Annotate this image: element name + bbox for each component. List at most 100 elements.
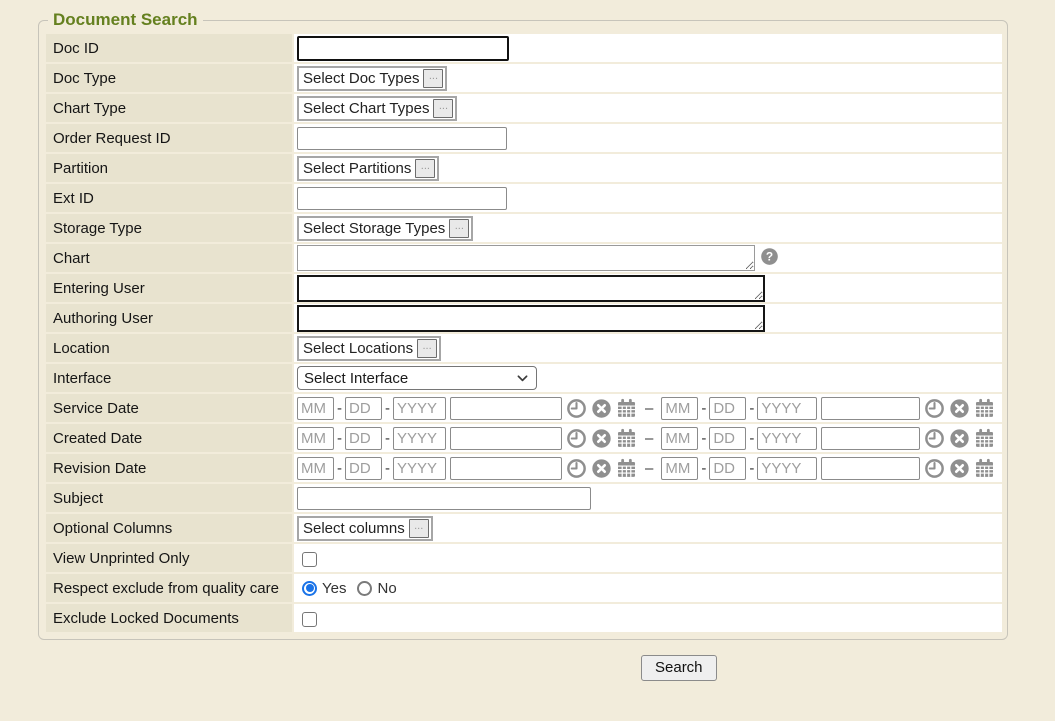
revision-date-range: - - – - - (297, 457, 1000, 480)
created-to-year-input[interactable] (757, 427, 817, 450)
respect-exclude-yes-radio[interactable] (302, 581, 317, 596)
partition-picker-label: Select Partitions (303, 160, 411, 177)
revision-to-year-input[interactable] (757, 457, 817, 480)
revision-to-day-input[interactable] (709, 457, 746, 480)
service-to-time-input[interactable] (821, 397, 920, 420)
subject-input[interactable] (297, 487, 591, 510)
date-part-separator: - (337, 460, 342, 477)
circle-x-icon[interactable] (949, 458, 970, 479)
row-chart: Chart (46, 244, 1002, 272)
created-to-time-input[interactable] (821, 427, 920, 450)
optional-columns-browse-button[interactable]: ... (409, 519, 429, 538)
revision-from-month-input[interactable] (297, 457, 334, 480)
calendar-icon[interactable] (974, 428, 995, 449)
revision-from-day-input[interactable] (345, 457, 382, 480)
entering-user-textarea[interactable] (297, 275, 765, 302)
storage-type-picker-label: Select Storage Types (303, 220, 445, 237)
search-form-table: Doc ID Doc Type Select Doc Types ... Cha… (44, 32, 1004, 634)
row-chart-type: Chart Type Select Chart Types ... (46, 94, 1002, 122)
service-from-time-input[interactable] (450, 397, 562, 420)
document-search-panel: Document Search Doc ID Doc Type Select D… (38, 10, 1008, 640)
row-doc-id: Doc ID (46, 34, 1002, 62)
row-doc-type: Doc Type Select Doc Types ... (46, 64, 1002, 92)
row-entering-user: Entering User (46, 274, 1002, 302)
created-from-year-input[interactable] (393, 427, 446, 450)
partition-picker[interactable]: Select Partitions ... (297, 156, 439, 181)
chart-type-browse-button[interactable]: ... (433, 99, 453, 118)
created-from-month-input[interactable] (297, 427, 334, 450)
calendar-icon[interactable] (616, 458, 637, 479)
clock-icon[interactable] (566, 458, 587, 479)
form-title: Document Search (48, 10, 203, 30)
storage-type-picker[interactable]: Select Storage Types ... (297, 216, 473, 241)
created-from-time-input[interactable] (450, 427, 562, 450)
authoring-user-textarea[interactable] (297, 305, 765, 332)
service-to-month-input[interactable] (661, 397, 698, 420)
circle-x-icon[interactable] (591, 428, 612, 449)
chart-type-picker-label: Select Chart Types (303, 100, 429, 117)
chart-textarea[interactable] (297, 245, 755, 271)
view-unprinted-only-checkbox[interactable] (302, 552, 317, 567)
location-browse-button[interactable]: ... (417, 339, 437, 358)
date-part-separator: - (385, 430, 390, 447)
created-from-day-input[interactable] (345, 427, 382, 450)
optional-columns-picker[interactable]: Select columns ... (297, 516, 433, 541)
date-range-separator: – (645, 400, 653, 417)
calendar-icon[interactable] (616, 428, 637, 449)
circle-x-icon[interactable] (591, 398, 612, 419)
clock-icon[interactable] (924, 458, 945, 479)
created-to-month-input[interactable] (661, 427, 698, 450)
date-part-separator: - (337, 400, 342, 417)
search-button[interactable]: Search (641, 655, 717, 681)
doc-id-label: Doc ID (46, 34, 292, 62)
order-request-id-label: Order Request ID (46, 124, 292, 152)
respect-exclude-no-radio[interactable] (357, 581, 372, 596)
clock-icon[interactable] (566, 398, 587, 419)
chevron-down-icon (515, 371, 530, 386)
chart-type-picker[interactable]: Select Chart Types ... (297, 96, 457, 121)
circle-x-icon[interactable] (949, 428, 970, 449)
revision-to-time-input[interactable] (821, 457, 920, 480)
service-from-day-input[interactable] (345, 397, 382, 420)
service-date-range: - - – - - (297, 397, 1000, 420)
revision-from-year-input[interactable] (393, 457, 446, 480)
calendar-icon[interactable] (974, 458, 995, 479)
authoring-user-label: Authoring User (46, 304, 292, 332)
date-part-separator: - (701, 400, 706, 417)
order-request-id-input[interactable] (297, 127, 507, 150)
location-picker[interactable]: Select Locations ... (297, 336, 441, 361)
created-date-label: Created Date (46, 424, 292, 452)
revision-to-month-input[interactable] (661, 457, 698, 480)
clock-icon[interactable] (924, 428, 945, 449)
question-circle-icon[interactable] (760, 247, 779, 266)
revision-date-to-group: - - (661, 457, 995, 480)
calendar-icon[interactable] (974, 398, 995, 419)
doc-type-browse-button[interactable]: ... (423, 69, 443, 88)
row-view-unprinted-only: View Unprinted Only (46, 544, 1002, 572)
storage-type-browse-button[interactable]: ... (449, 219, 469, 238)
partition-browse-button[interactable]: ... (415, 159, 435, 178)
doc-type-picker[interactable]: Select Doc Types ... (297, 66, 447, 91)
exclude-locked-checkbox[interactable] (302, 612, 317, 627)
clock-icon[interactable] (924, 398, 945, 419)
doc-id-input[interactable] (297, 36, 509, 61)
created-to-day-input[interactable] (709, 427, 746, 450)
row-exclude-locked: Exclude Locked Documents (46, 604, 1002, 632)
service-from-month-input[interactable] (297, 397, 334, 420)
clock-icon[interactable] (566, 428, 587, 449)
interface-select[interactable]: Select Interface (297, 366, 537, 390)
row-optional-columns: Optional Columns Select columns ... (46, 514, 1002, 542)
created-date-from-group: - - (297, 427, 637, 450)
service-to-year-input[interactable] (757, 397, 817, 420)
ext-id-input[interactable] (297, 187, 507, 210)
service-to-day-input[interactable] (709, 397, 746, 420)
doc-type-picker-label: Select Doc Types (303, 70, 419, 87)
calendar-icon[interactable] (616, 398, 637, 419)
date-part-separator: - (337, 430, 342, 447)
circle-x-icon[interactable] (591, 458, 612, 479)
circle-x-icon[interactable] (949, 398, 970, 419)
interface-selected-option: Select Interface (304, 370, 408, 387)
service-from-year-input[interactable] (393, 397, 446, 420)
exclude-locked-label: Exclude Locked Documents (46, 604, 292, 632)
revision-from-time-input[interactable] (450, 457, 562, 480)
